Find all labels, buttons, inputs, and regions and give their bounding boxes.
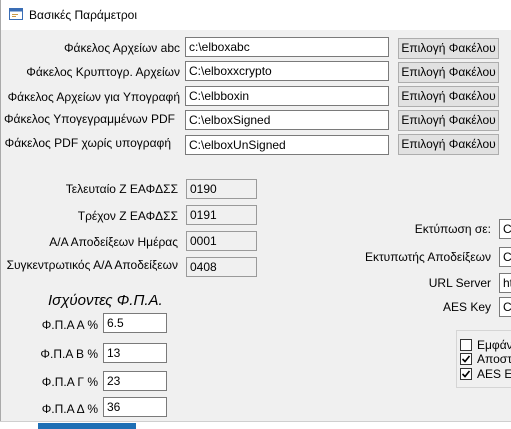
folder-crypto-label: Φάκελος Κρυπτογρ. Αρχείων [26,65,180,79]
folder-unsigned-browse-button[interactable]: Επιλογή Φακέλου [398,134,499,155]
vat-a-input[interactable]: 6.5 [103,313,167,333]
app-form-icon [9,8,23,20]
folder-abc-label: Φάκελος Αρχείων abc [63,41,180,55]
receipt-printer-select[interactable]: Ca [499,247,511,267]
vat-d-label: Φ.Π.Α Δ % [41,402,98,416]
option-send-label: Αποστο [477,352,511,366]
option-show-label: Εμφάν [477,338,511,352]
background-strip [0,421,511,429]
folder-unsigned-input[interactable]: C:\elboxUnSigned [185,135,389,155]
current-z-field: 0191 [186,205,257,225]
folder-crypto-browse-button[interactable]: Επιλογή Φακέλου [398,62,499,83]
settings-window: Βασικές Παράμετροι Φάκελος Αρχείων abc c… [0,0,511,421]
aes-key-label: AES Key [442,300,491,314]
folder-signed-label: Φάκελος Υπογεγραμμένων PDF [3,112,175,126]
total-receipts-label: Συγκεντρωτικός Α/Α Αποδείξεων [6,258,178,272]
folder-to-sign-label: Φάκελος Αρχείων για Υπογραφή [7,90,180,104]
total-receipts-field: 0408 [186,257,257,277]
option-aes-label: AES En [477,367,511,381]
option-send-checkbox[interactable] [460,353,472,365]
vat-d-input[interactable]: 36 [103,397,167,417]
vat-b-label: Φ.Π.Α Β % [40,347,98,361]
last-z-label: Τελευταίο Ζ ΕΑΦΔΣΣ [65,182,178,196]
folder-signed-input[interactable]: C:\elboxSigned [185,110,389,130]
folder-signed-browse-button[interactable]: Επιλογή Φακέλου [398,110,499,131]
url-server-label: URL Server [428,276,491,290]
folder-to-sign-input[interactable]: C:\elbboxin [185,86,389,106]
option-aes-checkbox[interactable] [460,368,472,380]
vat-c-label: Φ.Π.Α Γ % [41,375,98,389]
vat-heading: Ισχύοντες Φ.Π.Α. [48,292,163,309]
folder-crypto-input[interactable]: C:\elboxxcrypto [185,61,389,81]
option-show-checkbox[interactable] [460,339,472,351]
vat-b-input[interactable]: 13 [103,343,167,363]
window-title: Βασικές Παράμετροι [29,8,138,22]
daily-receipts-label: Α/Α Αποδείξεων Ημέρας [49,235,178,249]
checkmark-icon [461,370,471,378]
print-to-select[interactable]: Ca [499,219,511,239]
folder-abc-browse-button[interactable]: Επιλογή Φακέλου [398,38,499,59]
checkmark-icon [461,355,471,363]
current-z-label: Τρέχον Ζ ΕΑΦΔΣΣ [77,209,178,223]
title-bar: Βασικές Παράμετροι [1,0,511,30]
url-server-input[interactable]: htt [499,273,511,293]
folder-abc-input[interactable]: c:\elboxabc [185,37,389,57]
receipt-printer-label: Εκτυπωτής Αποδείξεων [364,250,491,264]
daily-receipts-field: 0001 [186,231,257,251]
vat-a-label: Φ.Π.Α Α % [41,318,98,332]
last-z-field: 0190 [186,179,257,199]
folder-unsigned-label: Φάκελος PDF χωρίς υπογραφή [4,136,171,150]
aes-key-input[interactable]: C: [499,297,511,317]
vat-c-input[interactable]: 23 [103,371,167,391]
print-to-label: Εκτύπωση σε: [414,222,491,236]
folder-to-sign-browse-button[interactable]: Επιλογή Φακέλου [398,86,499,107]
